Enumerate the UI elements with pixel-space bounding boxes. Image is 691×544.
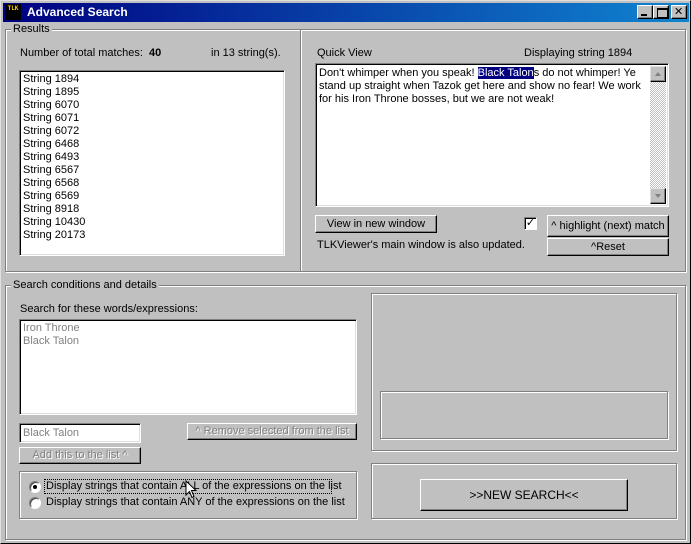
- string-list-item[interactable]: String 6568: [23, 177, 85, 190]
- total-matches-label: Number of total matches:: [20, 47, 143, 59]
- minimize-button[interactable]: [637, 5, 653, 19]
- string-list-item[interactable]: String 6468: [23, 138, 85, 151]
- main-window-updated-text: TLKViewer's main window is also updated.: [317, 239, 525, 251]
- total-matches-value: 40: [149, 47, 162, 59]
- string-list-item[interactable]: String 6072: [23, 125, 85, 138]
- remove-selected-button[interactable]: ^ Remove selected from the list: [187, 423, 357, 440]
- expression-input-value: Black Talon: [23, 427, 80, 439]
- string-list-item[interactable]: String 6071: [23, 112, 85, 125]
- highlight-checkbox[interactable]: ✓: [524, 217, 537, 230]
- quick-view-textbox[interactable]: Don't whimper when you speak! Black Talo…: [315, 63, 669, 207]
- highlight-next-match-button[interactable]: ^ highlight (next) match: [547, 215, 669, 237]
- strings-count-text: in 13 string(s).: [211, 47, 281, 59]
- expressions-listbox[interactable]: Iron Throne Black Talon: [19, 319, 357, 415]
- string-list-item[interactable]: String 20173: [23, 229, 85, 242]
- string-list-item[interactable]: String 6569: [23, 190, 85, 203]
- quick-view-scrollbar[interactable]: [650, 66, 666, 204]
- string-list-item[interactable]: String 1895: [23, 86, 85, 99]
- reset-button[interactable]: ^Reset: [547, 238, 669, 256]
- details-inner-panel: [380, 391, 668, 439]
- expression-input[interactable]: Black Talon: [19, 423, 141, 443]
- title-bar[interactable]: TLK Advanced Search: [3, 3, 689, 22]
- string-list-item[interactable]: String 6567: [23, 164, 85, 177]
- expression-list-item[interactable]: Iron Throne: [23, 322, 80, 335]
- add-to-list-button[interactable]: Add this to the list ^: [19, 447, 141, 464]
- results-group-label: Results: [11, 23, 52, 35]
- displaying-string-label: Displaying string 1894: [524, 47, 633, 59]
- quick-view-text: Don't whimper when you speak! Black Talo…: [319, 67, 641, 105]
- expression-list-item[interactable]: Black Talon: [23, 335, 80, 348]
- string-list-item[interactable]: String 1894: [23, 73, 85, 86]
- string-list-item[interactable]: String 8918: [23, 203, 85, 216]
- app-icon: TLK: [5, 4, 21, 20]
- strings-listbox[interactable]: String 1894 String 1895 String 6070 String …: [19, 70, 285, 256]
- close-button[interactable]: [671, 5, 687, 19]
- window-title: Advanced Search: [27, 5, 128, 19]
- scroll-up-arrow-icon[interactable]: [650, 66, 666, 82]
- new-search-button[interactable]: >>NEW SEARCH<<: [420, 479, 628, 511]
- maximize-button[interactable]: [653, 5, 669, 19]
- view-in-new-window-button[interactable]: View in new window: [315, 215, 437, 233]
- mouse-pointer-icon: [185, 480, 198, 499]
- search-conditions-label: Search conditions and details: [11, 279, 159, 291]
- string-list-item[interactable]: String 6493: [23, 151, 85, 164]
- quick-view-label: Quick View: [317, 47, 372, 59]
- expressions-label: Search for these words/expressions:: [20, 303, 198, 315]
- advanced-search-window: TLK Advanced Search Results Number of to…: [0, 0, 691, 544]
- string-list-item[interactable]: String 6070: [23, 99, 85, 112]
- string-list-item[interactable]: String 10430: [23, 216, 85, 229]
- option-any-radio[interactable]: [29, 497, 41, 509]
- scroll-down-arrow-icon[interactable]: [650, 188, 666, 204]
- highlighted-match: Black Talon: [477, 67, 534, 79]
- option-all-radio[interactable]: [29, 481, 41, 493]
- results-divider: [300, 30, 302, 271]
